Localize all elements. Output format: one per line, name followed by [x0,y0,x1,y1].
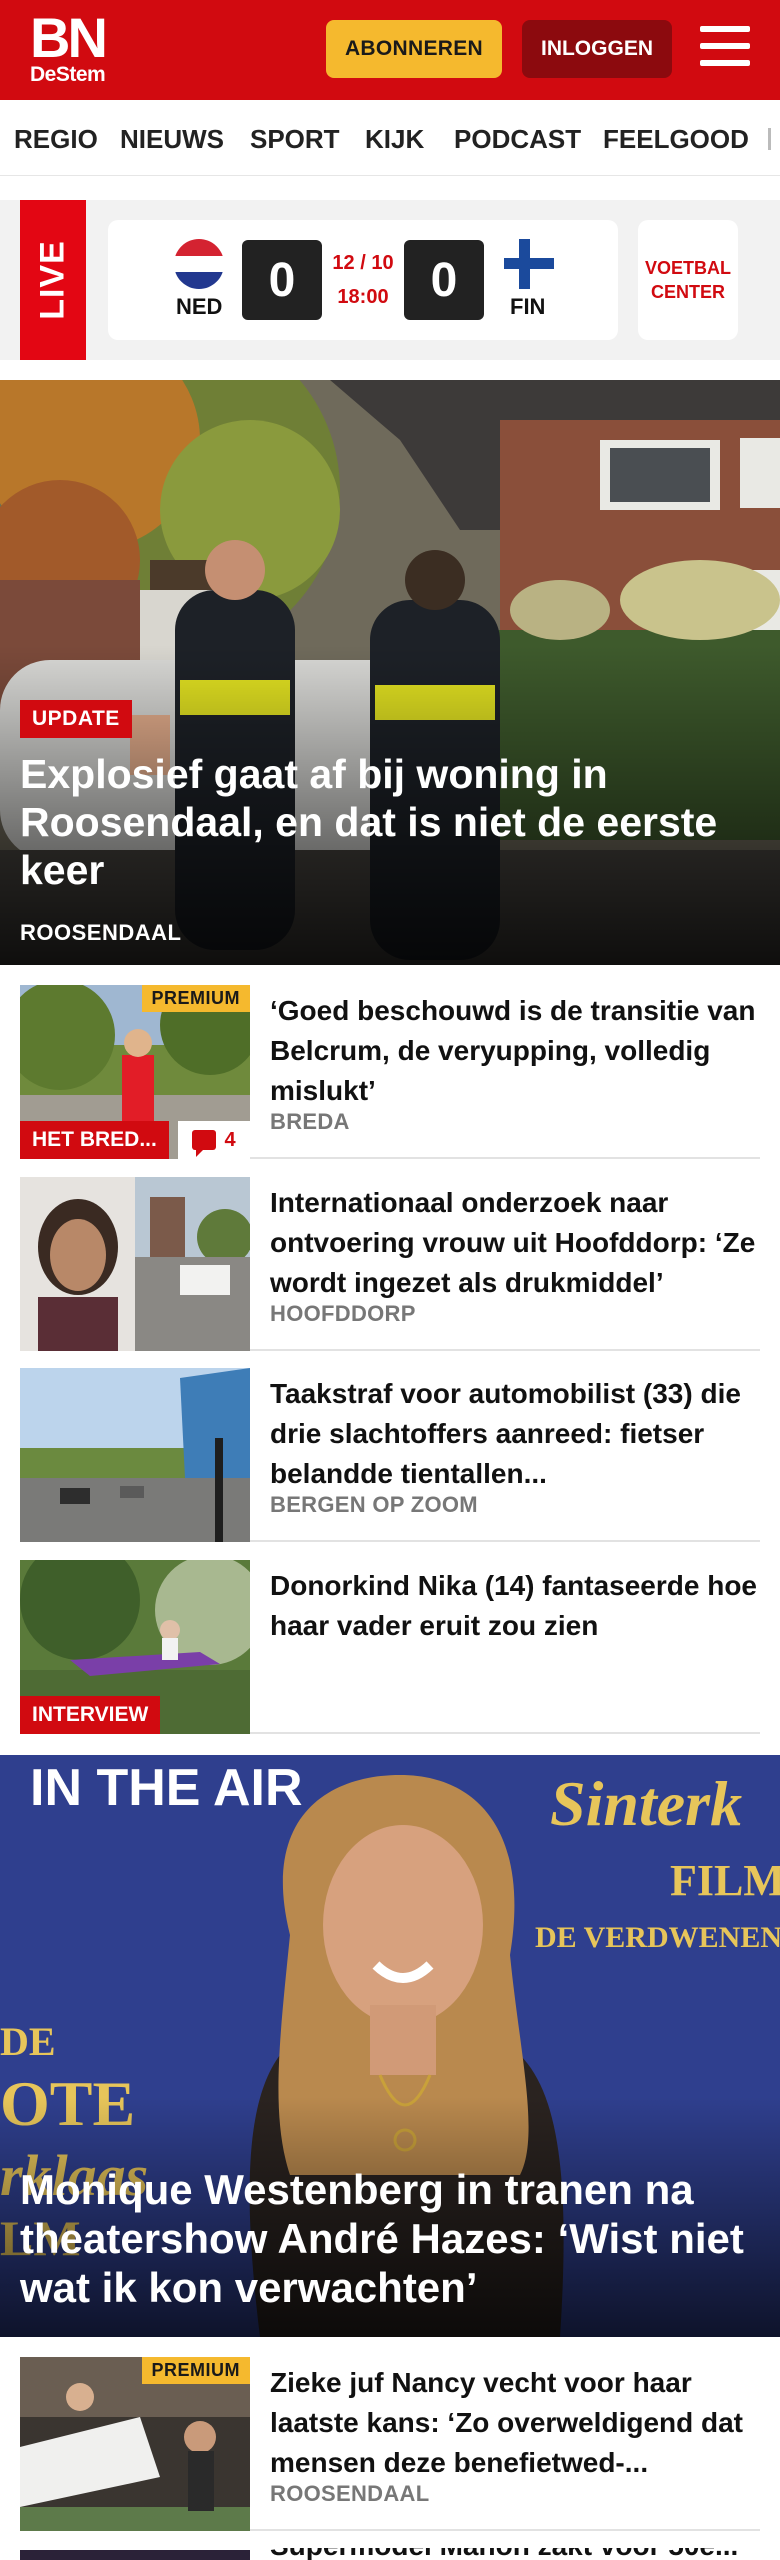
site-logo[interactable]: BN DeStem [30,6,116,86]
voetbal-center-button[interactable]: VOETBAL CENTER [638,220,738,340]
voetbal-center-line1: VOETBAL [644,258,731,278]
premium-badge: PREMIUM [141,2357,250,2384]
logo-main: BN [30,6,108,69]
match-time: 18:00 [337,286,389,308]
hero-headline[interactable]: Explosief gaat af bij woning in Roosenda… [20,750,740,894]
home-team-code: NED [176,294,223,319]
nav-item-sport[interactable]: SPORT [250,124,340,155]
list-item[interactable]: Internationaal onderzoek naar ontvoering… [20,1177,760,1351]
away-score: 0 [404,240,484,320]
nav-item-feelgood[interactable]: FEELGOOD [603,124,749,155]
article-title[interactable]: ‘Goed beschouwd is de transitie van Belc… [270,991,760,1111]
article-thumbnail: INTERVIEW [20,1560,250,1734]
article-location: BERGEN OP ZOOM [270,1492,478,1517]
logo-sub: DeStem [30,63,106,86]
voetbal-center-line2: CENTER [650,282,725,302]
article-title[interactable]: Taakstraf voor automobilist (33) die dri… [270,1374,760,1494]
live-score-bar: LIVE NED 0 12 / 10 18:00 0 FIN VOETBAL CE… [0,200,780,360]
article-title[interactable]: Donorkind Nika (14) fantaseerde hoe haar… [270,1566,760,1646]
article-thumbnail: PREMIUM [20,2357,250,2531]
login-button[interactable]: INLOGGEN [522,20,672,78]
svg-text:Sinterk: Sinterk [550,1768,742,1839]
main-nav: REGIO NIEUWS SPORT KIJK PODCAST FEELGOOD [0,100,780,176]
feature-headline[interactable]: Monique Westenberg in tranen na theaters… [20,2165,760,2312]
nav-item-podcast[interactable]: PODCAST [454,124,581,155]
hero-location: ROOSENDAAL [20,920,182,945]
home-score: 0 [242,240,322,320]
subscribe-button[interactable]: ABONNEREN [326,20,502,78]
svg-text:DE: DE [0,2019,56,2064]
feature-article[interactable]: IN THE AIR Sinterk FILM DE VERDWENEN VE … [0,1755,780,2337]
svg-text:FILM: FILM [670,1856,780,1905]
comment-count[interactable]: 4 [178,1121,250,1159]
site-header: BN DeStem ABONNEREN INLOGGEN [0,0,780,100]
article-location: ROOSENDAAL [270,2481,430,2506]
article-tag: INTERVIEW [20,1696,161,1734]
next-article-title: Supermodel Manon zakt voor 50e... [270,2548,738,2560]
match-datetime: 12 / 10 18:00 [328,246,398,314]
next-article-thumbnail [20,2550,250,2560]
article-title[interactable]: Internationaal onderzoek naar ontvoering… [270,1183,760,1303]
match-date: 12 / 10 [332,252,394,274]
list-item[interactable]: INTERVIEW Donorkind Nika (14) fantaseerd… [20,1560,760,1734]
article-location: BREDA [270,1109,350,1134]
hero-article[interactable]: UPDATE Explosief gaat af bij woning in R… [0,380,780,965]
comment-icon [192,1130,217,1157]
next-article-title-peek[interactable]: Supermodel Manon zakt voor 50e... [270,2548,760,2560]
match-card[interactable]: NED 0 12 / 10 18:00 0 FIN [108,220,618,340]
list-item[interactable]: PREMIUM HET BRED... 4 ‘Goed beschouwd is… [20,985,760,1159]
article-thumbnail [20,1368,250,1542]
nav-item-kijk[interactable]: KIJK [365,124,424,155]
article-tag: HET BRED... [20,1121,169,1159]
update-badge: UPDATE [20,700,132,738]
article-title[interactable]: Zieke juf Nancy vecht voor haar laatste … [270,2363,760,2483]
hamburger-menu-icon[interactable] [700,26,752,72]
svg-text:DE VERDWENEN VE: DE VERDWENEN VE [535,1921,780,1954]
article-thumbnail: PREMIUM HET BRED... 4 [20,985,250,1159]
finland-flag-icon [504,239,554,289]
svg-text:IN THE AIR: IN THE AIR [30,1759,303,1817]
away-team-code: FIN [510,294,546,319]
netherlands-flag-icon [174,239,224,289]
article-location: HOOFDDORP [270,1301,416,1326]
premium-badge: PREMIUM [141,985,250,1012]
comment-count-value: 4 [224,1128,236,1151]
article-thumbnail [20,1177,250,1351]
list-item[interactable]: Taakstraf voor automobilist (33) die dri… [20,1368,760,1542]
nav-overflow-indicator [768,128,771,150]
list-item[interactable]: PREMIUM Zieke juf Nancy vecht voor haar … [20,2357,760,2531]
nav-item-regio[interactable]: REGIO [14,124,98,155]
live-label: LIVE [33,240,72,320]
live-badge: LIVE [20,200,86,360]
nav-item-nieuws[interactable]: NIEUWS [120,124,224,155]
